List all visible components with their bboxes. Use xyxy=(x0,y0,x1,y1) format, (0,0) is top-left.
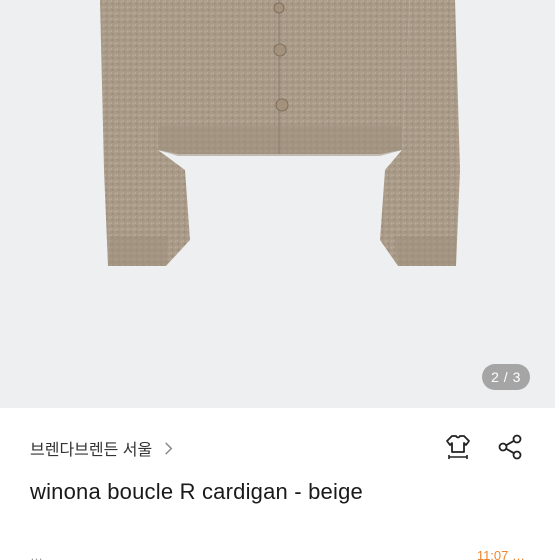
shirt-size-icon[interactable] xyxy=(443,432,473,462)
chevron-right-icon xyxy=(165,441,173,455)
meta-row: … 11:07 … xyxy=(30,546,525,560)
product-title: winona boucle R cardigan - beige xyxy=(30,479,363,504)
cardigan-illustration xyxy=(100,0,460,266)
posted-time: 11:07 … xyxy=(476,548,525,560)
brand-name: 브렌다브렌든 서울 xyxy=(30,442,153,459)
product-image[interactable]: 2 / 3 xyxy=(0,0,555,408)
product-actions xyxy=(443,432,525,462)
share-icon[interactable] xyxy=(495,432,525,462)
seller-info: … xyxy=(30,548,43,560)
brand-link[interactable]: 브렌다브렌든 서울 xyxy=(30,436,176,460)
product-info: 브렌다브렌든 서울 winona boucle R cardigan - bei… xyxy=(0,408,555,560)
image-counter: 2 / 3 xyxy=(482,364,530,390)
